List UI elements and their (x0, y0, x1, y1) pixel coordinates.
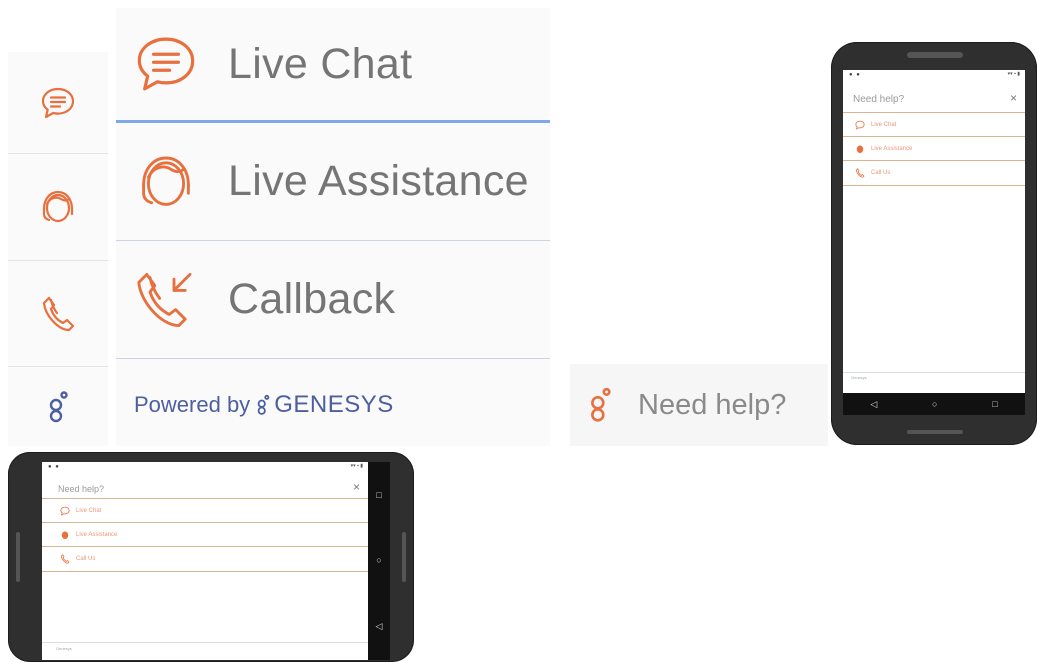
agent-headset-icon (39, 187, 77, 227)
widget-item-call-us[interactable]: Call Us (843, 160, 1025, 186)
genesys-logo-icon (256, 393, 270, 417)
widget-item-label: Call Us (871, 170, 891, 176)
chat-bubble-icon (60, 506, 70, 516)
widget-footer: Genesys (851, 375, 867, 380)
menu-item-live-chat[interactable]: Live Chat (116, 8, 550, 123)
chat-bubble-icon (855, 120, 865, 130)
back-icon[interactable]: ◁ (376, 621, 383, 632)
home-icon[interactable]: ○ (932, 399, 937, 409)
widget-item-label: Live Assistance (871, 146, 913, 152)
genesys-logo-icon (588, 385, 612, 425)
status-bar: ● ● ▾▾ ▪ ▮ (42, 462, 368, 472)
rail-item-live-chat[interactable] (8, 52, 108, 154)
recents-icon[interactable]: □ (376, 490, 381, 500)
chat-bubble-icon (40, 86, 76, 120)
phone-icon (60, 554, 70, 564)
rail-item-genesys[interactable] (8, 367, 108, 446)
menu-item-callback[interactable]: Callback (116, 241, 550, 359)
widget-item-live-assistance[interactable]: Live Assistance (42, 522, 368, 547)
status-bar: ● ● ▾▾ ▪ ▮ (843, 70, 1025, 80)
close-icon[interactable]: × (353, 480, 360, 494)
rail-item-live-assistance[interactable] (8, 154, 108, 261)
android-navbar: ◁ ○ □ (843, 393, 1025, 415)
status-icons: ▾▾ ▪ ▮ (1007, 71, 1020, 77)
menu-item-live-assistance[interactable]: Live Assistance (116, 123, 550, 241)
channel-menu: Live Chat Live Assistance Callback Power… (116, 8, 550, 446)
icon-rail (8, 52, 108, 446)
agent-headset-icon (134, 150, 198, 214)
widget-item-label: Call Us (76, 556, 96, 562)
phone-icon (855, 168, 865, 178)
widget-item-label: Live Chat (871, 122, 897, 128)
widget-item-call-us[interactable]: Call Us (42, 546, 368, 572)
widget-footer: Genesys (56, 646, 72, 651)
genesys-logo-icon (47, 390, 69, 423)
phone-speaker (16, 532, 20, 582)
widget-item-label: Live Assistance (76, 532, 118, 538)
recents-icon[interactable]: □ (992, 399, 997, 409)
back-icon[interactable]: ◁ (870, 399, 877, 410)
footer-divider (843, 372, 1025, 373)
phone-mockup-portrait: ● ● ▾▾ ▪ ▮ Need help? × Live Chat Live A… (831, 42, 1037, 445)
widget-item-live-chat[interactable]: Live Chat (42, 498, 368, 523)
menu-item-label: Callback (228, 275, 396, 323)
phone-screen: ● ● ▾▾ ▪ ▮ Need help? × Live Chat Live A… (843, 70, 1025, 415)
close-icon[interactable]: × (1010, 91, 1017, 105)
phone-speaker (907, 52, 963, 58)
status-dots-icon: ● ● (849, 72, 861, 78)
phone-screen: ● ● ▾▾ ▪ ▮ Need help? × Live Chat Live A… (42, 462, 368, 660)
agent-headset-icon (61, 531, 69, 539)
agent-headset-icon (856, 145, 864, 153)
menu-item-label: Live Chat (228, 39, 413, 88)
need-help-launcher[interactable]: Need help? (570, 364, 828, 446)
home-icon[interactable]: ○ (376, 555, 381, 565)
chat-bubble-icon (134, 32, 198, 96)
widget-item-label: Live Chat (76, 508, 102, 514)
phone-icon (41, 295, 75, 333)
android-navbar: □ ○ ◁ (368, 462, 390, 660)
widget-title: Need help? (58, 484, 105, 494)
phone-mockup-landscape: ● ● ▾▾ ▪ ▮ Need help? × Live Chat Live A… (8, 452, 414, 662)
menu-item-label: Live Assistance (228, 157, 529, 205)
status-icons: ▾▾ ▪ ▮ (350, 463, 363, 469)
status-dots-icon: ● ● (48, 464, 60, 470)
phone-speaker (907, 430, 963, 434)
widget-item-live-assistance[interactable]: Live Assistance (843, 136, 1025, 161)
brand-name: GENESYS (274, 391, 394, 418)
widget-item-live-chat[interactable]: Live Chat (843, 112, 1025, 137)
launcher-label: Need help? (638, 388, 787, 421)
phone-speaker (402, 532, 406, 582)
rail-item-callback[interactable] (8, 261, 108, 367)
powered-by-label: Powered by (134, 392, 251, 417)
callback-phone-icon (134, 268, 198, 332)
widget-title: Need help? (853, 94, 905, 105)
footer-divider (42, 642, 368, 643)
powered-by: Powered by GENESYS (134, 391, 394, 419)
